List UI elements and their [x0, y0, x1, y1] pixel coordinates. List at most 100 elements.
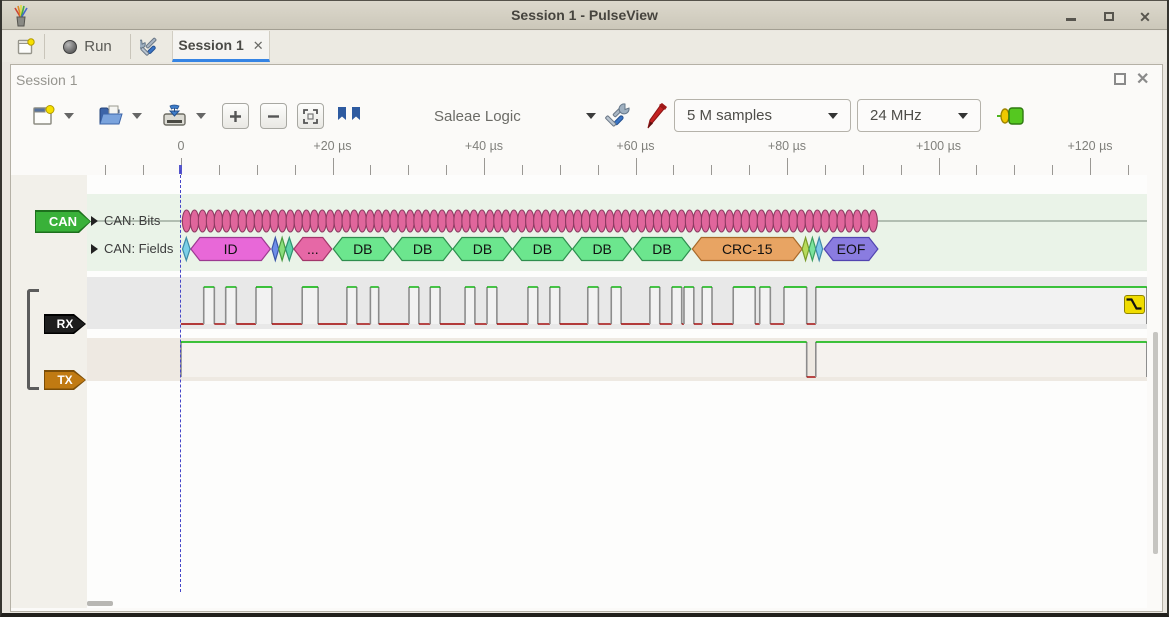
close-icon[interactable]: ✕: [1137, 10, 1153, 24]
titlebar[interactable]: Session 1 - PulseView ✕: [2, 0, 1167, 30]
ruler-major-tick: [636, 158, 637, 175]
tab-label: Session 1: [178, 37, 243, 53]
ruler-minor-tick: [446, 165, 447, 175]
channels-button[interactable]: [640, 101, 670, 131]
svg-text:ID: ID: [224, 241, 238, 257]
save-button[interactable]: [158, 101, 190, 131]
tab-session-1[interactable]: Session 1 ✕: [172, 31, 270, 62]
sample-rate-value: 24 MHz: [870, 107, 922, 124]
signal-tag-tx[interactable]: TX: [44, 370, 86, 390]
decoder-tag-can[interactable]: CAN: [35, 210, 91, 233]
ruler-major-tick: [333, 158, 334, 175]
svg-text:DB: DB: [413, 241, 432, 257]
ruler-label: +120 µs: [1045, 139, 1135, 153]
ruler-label: +80 µs: [742, 139, 832, 153]
run-label: Run: [84, 38, 112, 55]
ruler-label: +40 µs: [439, 139, 529, 153]
run-state-icon: [63, 40, 77, 54]
ruler-minor-tick: [219, 165, 220, 175]
ruler-minor-tick: [370, 165, 371, 175]
ruler-minor-tick: [522, 165, 523, 175]
dock-float-icon[interactable]: [1114, 73, 1126, 85]
wrench-screwdriver-icon: [605, 102, 633, 130]
expander-icon[interactable]: [91, 244, 98, 254]
decoder-icon: [996, 105, 1026, 127]
zoom-fit-icon: [302, 108, 319, 125]
vertical-scrollbar[interactable]: [1153, 332, 1158, 554]
decoder-row-can-fields[interactable]: CAN: Fields: [91, 241, 173, 256]
ruler-major-tick: [939, 158, 940, 175]
ruler-minor-tick: [408, 165, 409, 175]
wrench-screwdriver-icon: [140, 36, 162, 58]
svg-text:CRC-15: CRC-15: [722, 241, 773, 257]
cursor-line[interactable]: [180, 170, 181, 592]
svg-text:DB: DB: [353, 241, 372, 257]
minus-icon: [266, 109, 281, 124]
horizontal-scrollbar[interactable]: [87, 601, 113, 606]
row-label: CAN: Fields: [104, 241, 173, 256]
sample-count-select[interactable]: 5 M samples: [674, 99, 851, 132]
ruler-minor-tick: [560, 165, 561, 175]
show-cursors-button[interactable]: [333, 101, 365, 131]
sample-rate-select[interactable]: 24 MHz: [857, 99, 981, 132]
ruler-minor-tick: [1128, 165, 1129, 175]
ruler-major-tick: [787, 158, 788, 175]
ruler-minor-tick: [749, 165, 750, 175]
ruler-label: 0: [136, 139, 226, 153]
svg-text:DB: DB: [473, 241, 492, 257]
row-label: CAN: Bits: [104, 213, 160, 228]
zoom-out-button[interactable]: [260, 103, 287, 129]
open-button[interactable]: [94, 101, 126, 131]
probe-icon: [642, 102, 668, 130]
new-session-icon: [17, 38, 35, 56]
ruler-major-tick: [484, 158, 485, 175]
svg-text:EOF: EOF: [837, 241, 866, 257]
minimize-icon[interactable]: [1063, 10, 1079, 24]
decoder-row-can-bits[interactable]: CAN: Bits: [91, 213, 160, 228]
save-menu-arrow[interactable]: [192, 101, 210, 131]
svg-text:DB: DB: [592, 241, 611, 257]
ruler-minor-tick: [673, 165, 674, 175]
new-view-button[interactable]: [28, 101, 58, 131]
tab-close-icon[interactable]: ✕: [253, 39, 264, 52]
waveform-canvas: ID...DBDBDBDBDBDBCRC-15EOF: [87, 175, 1147, 600]
time-ruler[interactable]: 0+20 µs+40 µs+60 µs+80 µs+100 µs+120 µs: [2, 137, 1162, 175]
zoom-fit-button[interactable]: [297, 103, 324, 129]
new-view-menu-arrow[interactable]: [60, 101, 78, 131]
dock-title: Session 1: [16, 72, 77, 88]
dock-close-icon[interactable]: ✕: [1136, 69, 1149, 89]
ruler-label: +20 µs: [288, 139, 378, 153]
main-toolbar: Run Session 1 ✕: [2, 31, 1167, 62]
device-select[interactable]: Saleae Logic: [434, 101, 596, 131]
sample-count-value: 5 M samples: [687, 107, 772, 124]
ruler-minor-tick: [825, 165, 826, 175]
ruler-minor-tick: [257, 165, 258, 175]
zoom-in-button[interactable]: [222, 103, 249, 129]
toolbar-separator: [130, 34, 131, 59]
run-button[interactable]: Run: [50, 32, 125, 61]
add-decoder-button[interactable]: [995, 101, 1027, 131]
new-view-icon: [31, 104, 55, 128]
signal-tag-rx[interactable]: RX: [44, 314, 86, 334]
toolbar-separator: [44, 34, 45, 59]
ruler-minor-tick: [863, 165, 864, 175]
ruler-minor-tick: [976, 165, 977, 175]
open-menu-arrow[interactable]: [128, 101, 146, 131]
open-folder-icon: [97, 104, 124, 128]
new-session-button[interactable]: [10, 32, 42, 61]
svg-text:...: ...: [307, 241, 319, 257]
ruler-minor-tick: [1014, 165, 1015, 175]
trigger-marker-falling-edge-icon[interactable]: [1124, 295, 1145, 314]
ruler-minor-tick: [143, 165, 144, 175]
settings-button[interactable]: [135, 32, 167, 61]
save-icon: [161, 104, 188, 128]
ruler-minor-tick: [1052, 165, 1053, 175]
ruler-label: +100 µs: [894, 139, 984, 153]
ruler-minor-tick: [598, 165, 599, 175]
configure-device-button[interactable]: [602, 101, 636, 131]
trace-group-bracket[interactable]: [27, 289, 39, 390]
expander-icon[interactable]: [91, 216, 98, 226]
ruler-minor-tick: [711, 165, 712, 175]
maximize-icon[interactable]: [1101, 10, 1117, 24]
ruler-minor-tick: [901, 165, 902, 175]
